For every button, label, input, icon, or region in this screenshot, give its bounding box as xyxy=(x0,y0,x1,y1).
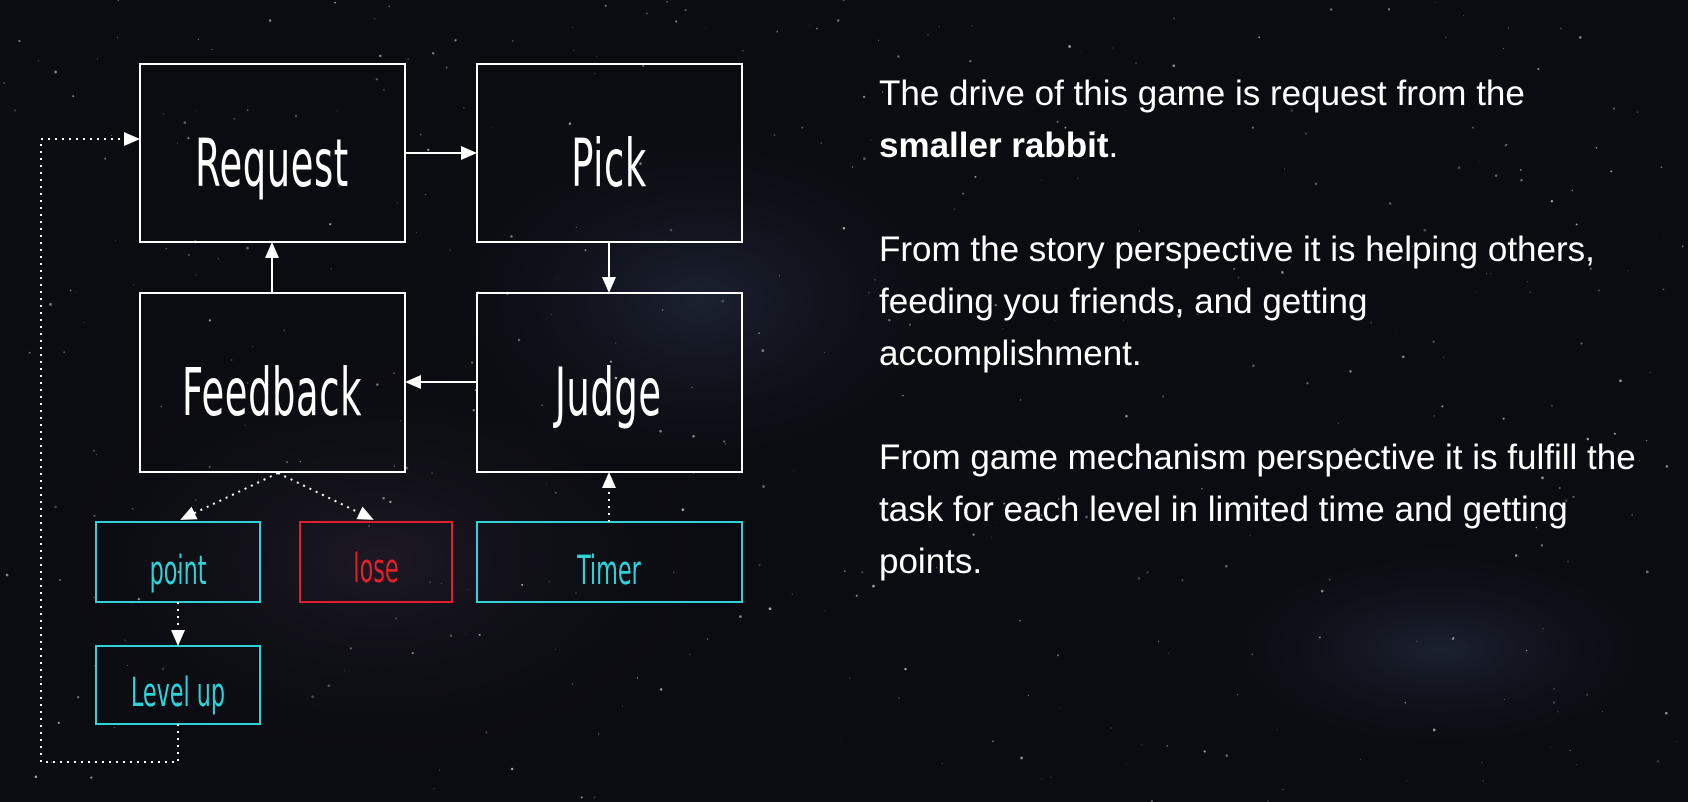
p1-prefix: The drive of this game is request from t… xyxy=(879,74,1525,113)
pick-label: Pick xyxy=(571,125,647,202)
arrow-feedback-to-point xyxy=(180,472,279,520)
lose-label: lose xyxy=(353,545,398,592)
p1-bold: smaller rabbit xyxy=(879,126,1109,165)
request-label: Request xyxy=(195,125,349,202)
level-up-label: Level up xyxy=(131,669,225,716)
point-label: point xyxy=(150,547,207,594)
paragraph-story: From the story perspective it is helping… xyxy=(879,230,1595,373)
paragraph-mechanism: From game mechanism perspective it is fu… xyxy=(879,438,1636,581)
description-panel: The drive of this game is request from t… xyxy=(879,68,1639,640)
arrow-feedback-to-lose xyxy=(277,472,374,520)
feedback-label: Feedback xyxy=(182,354,362,431)
timer-label: Timer xyxy=(576,547,641,594)
judge-label: Judge xyxy=(553,354,662,431)
paragraph-drive: The drive of this game is request from t… xyxy=(879,68,1639,172)
p1-suffix: . xyxy=(1108,126,1119,165)
